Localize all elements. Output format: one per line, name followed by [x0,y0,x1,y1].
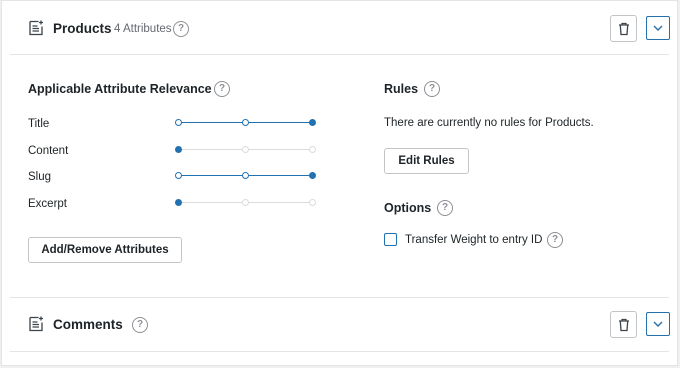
attribute-count: 4 Attributes [114,23,172,35]
delete-comments-button[interactable] [610,311,637,338]
comments-header[interactable]: Comments ? [2,298,677,352]
options-title: Options [384,201,432,215]
relevance-slider-slug[interactable] [174,171,316,181]
relevance-slider-title[interactable] [174,118,316,128]
attribute-label-content: Content [28,145,69,157]
comments-header-divider [10,351,669,352]
chevron-down-icon [653,25,663,31]
attribute-label-slug: Slug [28,171,52,183]
collapse-products-button[interactable] [646,16,670,40]
products-title: Products [53,21,112,36]
help-icon[interactable]: ? [214,81,230,97]
comments-title: Comments [53,317,123,332]
attribute-label-excerpt: Excerpt [28,198,67,210]
slider-step[interactable] [241,172,249,179]
rules-empty-text: There are currently no rules for Product… [384,117,594,129]
expand-comments-button[interactable] [646,312,670,336]
attribute-label-title: Title [28,118,50,130]
document-icon [29,20,43,36]
help-icon[interactable]: ? [424,81,440,97]
relevance-slider-content[interactable] [174,145,316,155]
chevron-down-icon [653,321,663,327]
slider-step[interactable] [241,146,249,153]
help-icon[interactable]: ? [132,317,148,333]
source-settings-panel: Products 4 Attributes ? Applicable Attri… [1,0,678,366]
slider-step[interactable] [241,199,249,206]
products-header[interactable]: Products 4 Attributes ? [2,1,677,55]
products-header-divider [10,54,669,55]
slider-step[interactable] [308,199,316,206]
slider-step[interactable] [308,146,316,153]
help-icon[interactable]: ? [437,200,453,216]
slider-step[interactable] [308,119,316,126]
slider-step[interactable] [241,119,249,126]
trash-icon [618,22,629,35]
slider-step[interactable] [174,199,182,206]
slider-step[interactable] [174,172,182,179]
add-remove-attributes-button[interactable]: Add/Remove Attributes [28,237,182,263]
trash-icon [618,318,629,331]
slider-step[interactable] [174,119,182,126]
help-icon[interactable]: ? [173,21,189,37]
rules-title: Rules [384,82,419,96]
delete-products-button[interactable] [610,15,637,42]
document-icon [29,316,43,332]
relevance-slider-excerpt[interactable] [174,198,316,208]
slider-step[interactable] [174,146,182,153]
relevance-title: Applicable Attribute Relevance [28,82,212,96]
transfer-weight-checkbox[interactable] [384,233,397,246]
slider-step[interactable] [308,172,316,179]
transfer-weight-label[interactable]: Transfer Weight to entry ID [405,233,542,247]
help-icon[interactable]: ? [547,232,563,248]
edit-rules-button[interactable]: Edit Rules [384,148,469,174]
